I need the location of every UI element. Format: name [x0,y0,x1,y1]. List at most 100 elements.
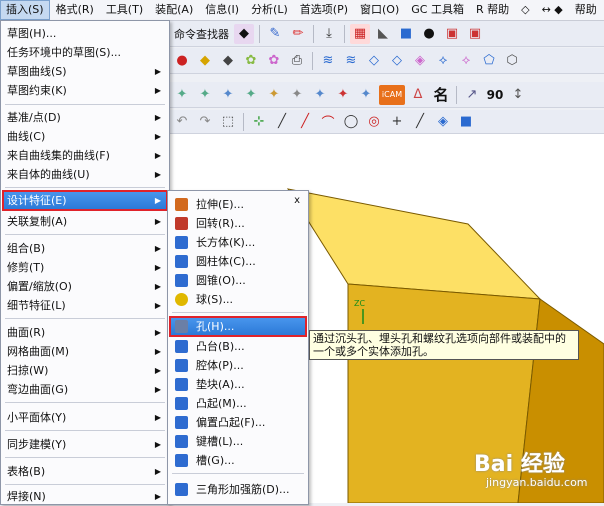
menu-item-surface[interactable]: 曲面(R) ▶ [3,323,167,342]
submenu-item-hole[interactable]: 孔(H)... [169,316,307,337]
menu-preferences[interactable]: 首选项(P) [294,0,354,20]
menu-item-facet-body[interactable]: 小平面体(Y) ▶ [3,408,167,427]
menu-assembly[interactable]: 装配(A) [149,0,199,20]
submenu-item-block[interactable]: 长方体(K)... [170,233,306,252]
tool-b-icon[interactable]: ✦ [195,85,215,105]
tool-e-icon[interactable]: ✦ [264,85,284,105]
tool-j-icon[interactable]: ᐃ [408,85,428,105]
command-finder-label[interactable]: 命令查找器 [172,26,231,42]
submenu-item-groove[interactable]: 槽(G)... [170,451,306,470]
menu-item-curve[interactable]: 曲线(C) ▶ [3,127,167,146]
move-icon[interactable]: ↕ [508,85,528,105]
icam-icon[interactable]: iCAM [379,84,405,105]
slash-icon[interactable]: ╱ [410,112,430,132]
zoom-icon[interactable]: 90 [485,85,505,105]
surface-9-icon[interactable]: ⬡ [502,51,522,71]
shape-icon[interactable]: ◣ [373,24,393,44]
menu-analysis[interactable]: 分析(L) [245,0,294,20]
submenu-item-revolve[interactable]: 回转(R)... [170,214,306,233]
tool-g-icon[interactable]: ✦ [310,85,330,105]
menu-help[interactable]: 帮助 [569,0,603,20]
shaded-cube-icon[interactable]: ◆ [218,51,238,71]
submenu-item-boss[interactable]: 凸台(B)... [170,337,306,356]
submenu-item-pad[interactable]: 垫块(A)... [170,375,306,394]
surface-7-icon[interactable]: ⟡ [456,51,476,71]
point-icon[interactable]: ◈ [433,112,453,132]
submenu-item-pocket[interactable]: 腔体(P)... [170,356,306,375]
plus-icon[interactable]: + [387,112,407,132]
menu-info[interactable]: 信息(I) [199,0,245,20]
menu-item-weld[interactable]: 焊接(N) ▶ [3,487,167,506]
tool-h-icon[interactable]: ✦ [333,85,353,105]
cube-small-icon[interactable]: ■ [456,112,476,132]
redo-icon[interactable]: ↷ [195,112,215,132]
surface-2-icon[interactable]: ≋ [341,51,361,71]
menu-item-sweep[interactable]: 扫掠(W) ▶ [3,361,167,380]
submenu-item-rib[interactable]: 三角形加强筋(D)... [170,480,306,499]
name-icon[interactable]: 名 [431,85,451,105]
menu-item-trim[interactable]: 修剪(T) ▶ [3,258,167,277]
line-red-icon[interactable]: ╱ [295,112,315,132]
menu-item-design-feature[interactable]: 设计特征(E) ▶ [2,190,168,211]
printer-icon[interactable]: ⎙ [287,51,307,71]
cube-red-icon[interactable]: ▣ [442,24,462,44]
select-icon[interactable]: ⤓ [319,24,339,44]
measure-icon[interactable]: ↗ [462,85,482,105]
menu-item-sketch[interactable]: 草图(H)... [3,24,167,43]
undo-icon[interactable]: ↶ [172,112,192,132]
menu-item-offset-scale[interactable]: 偏置/缩放(O) ▶ [3,277,167,296]
menu-insert[interactable]: 插入(S) [0,0,50,20]
menu-window[interactable]: 窗口(O) [354,0,405,20]
color-icon[interactable]: ✿ [264,51,284,71]
surface-8-icon[interactable]: ⬠ [479,51,499,71]
surface-4-icon[interactable]: ◇ [387,51,407,71]
tool-d-icon[interactable]: ✦ [241,85,261,105]
submenu-item-slot[interactable]: 键槽(L)... [170,432,306,451]
menu-item-detail-feature[interactable]: 细节特征(L) ▶ [3,296,167,315]
surface-5-icon[interactable]: ◈ [410,51,430,71]
surface-6-icon[interactable]: ⟡ [433,51,453,71]
submenu-item-sphere[interactable]: 球(S)... [170,290,306,309]
tool-i-icon[interactable]: ✦ [356,85,376,105]
menu-item-flange-surface[interactable]: 弯边曲面(G) ▶ [3,380,167,399]
menu-tools[interactable]: 工具(T) [100,0,149,20]
submenu-item-extrude[interactable]: 拉伸(E)... [170,195,306,214]
submenu-item-emboss[interactable]: 凸起(M)... [170,394,306,413]
tool-f-icon[interactable]: ✦ [287,85,307,105]
menu-item-combine[interactable]: 组合(B) ▶ [3,239,167,258]
circle-red-icon[interactable]: ◎ [364,112,384,132]
record-icon[interactable]: ● [172,51,192,71]
sphere-icon[interactable]: ● [419,24,439,44]
snap-icon[interactable]: ⊹ [249,112,269,132]
submenu-item-cone[interactable]: 圆锥(O)... [170,271,306,290]
select-box-icon[interactable]: ⬚ [218,112,238,132]
menu-item-sketch-curve[interactable]: 草图曲线(S) ▶ [3,62,167,81]
sketch-icon[interactable]: ✏ [288,24,308,44]
menu-item-table[interactable]: 表格(B) ▶ [3,462,167,481]
menu-item-associative-copy[interactable]: 关联复制(A) ▶ [3,212,167,231]
grid-icon[interactable]: ▦ [350,23,370,44]
line-icon[interactable]: ╱ [272,112,292,132]
menu-format[interactable]: 格式(R) [50,0,100,20]
submenu-item-cylinder[interactable]: 圆柱体(C)... [170,252,306,271]
box-purple-icon[interactable]: ◆ [234,23,254,44]
menu-item-sync-modeling[interactable]: 同步建模(Y) ▶ [3,435,167,454]
menu-item-task-sketch[interactable]: 任务环境中的草图(S)... [3,43,167,62]
menu-gc-toolbox[interactable]: GC 工具箱 [405,0,470,20]
menu-help-r[interactable]: R 帮助 [470,0,515,20]
menu-extra-2[interactable]: ↔ ◆ [536,0,569,20]
menu-item-curve-from-curves[interactable]: 来自曲线集的曲线(F) ▶ [3,146,167,165]
paint-icon[interactable]: ✿ [241,51,261,71]
cube-blue-icon[interactable]: ■ [396,24,416,44]
menu-item-curve-from-bodies[interactable]: 来自体的曲线(U) ▶ [3,165,167,184]
menu-item-datum-point[interactable]: 基准/点(D) ▶ [3,108,167,127]
pen-icon[interactable]: ✎ [265,24,285,44]
surface-3-icon[interactable]: ◇ [364,51,384,71]
tool-a-icon[interactable]: ✦ [172,85,192,105]
brick-icon[interactable]: ◆ [195,51,215,71]
menu-item-mesh-surface[interactable]: 网格曲面(M) ▶ [3,342,167,361]
curve-icon[interactable]: ⌒ [318,112,338,132]
tool-c-icon[interactable]: ✦ [218,85,238,105]
menu-extra-1[interactable]: ◇ [515,0,535,20]
menu-item-sketch-constraint[interactable]: 草图约束(K) ▶ [3,81,167,100]
